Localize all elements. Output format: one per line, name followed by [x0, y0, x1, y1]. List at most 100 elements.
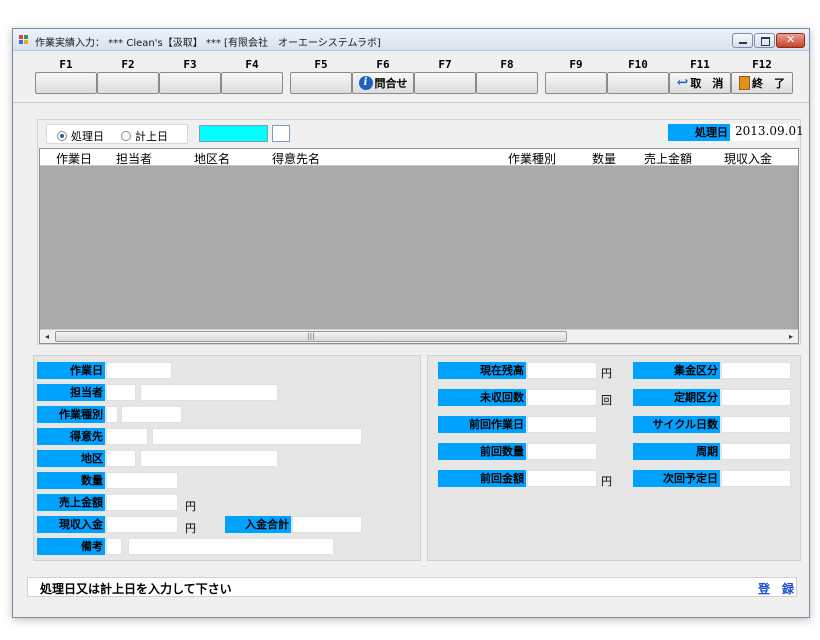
- remarks-input[interactable]: [128, 538, 334, 555]
- fkey-label: F8: [500, 58, 514, 71]
- cycle-days-field[interactable]: [721, 416, 791, 433]
- grid-column-header[interactable]: 地区名: [194, 150, 230, 167]
- fkey-f1-button[interactable]: [35, 72, 97, 94]
- prev-amount-field[interactable]: [527, 470, 597, 487]
- remarks-code-input[interactable]: [106, 538, 122, 555]
- function-key-bar: F1 F2 F3 F4 F5 F6 i 問合せ F7 F8 F9 F10 F11 ↩ 取 消 F12 終 了: [13, 51, 809, 103]
- remarks-label: 備考: [37, 538, 105, 555]
- scroll-left-icon[interactable]: ◂: [40, 330, 54, 343]
- maximize-button[interactable]: [754, 33, 775, 48]
- info-icon: i: [358, 76, 373, 90]
- minimize-button[interactable]: [732, 33, 753, 48]
- cash-received-label: 現収入金: [37, 516, 105, 533]
- radio-process-date[interactable]: 処理日: [57, 128, 104, 144]
- fkey-f2: F2: [97, 51, 159, 95]
- district-name-field[interactable]: [140, 450, 278, 467]
- grid-column-header[interactable]: 作業種別: [508, 150, 556, 167]
- next-scheduled-date-field[interactable]: [721, 470, 791, 487]
- fkey-f4: F4: [221, 51, 283, 95]
- district-label: 地区: [37, 450, 105, 467]
- current-balance-field[interactable]: [527, 362, 597, 379]
- period-field[interactable]: [721, 443, 791, 460]
- date-suffix-input[interactable]: [272, 125, 290, 142]
- process-date-value: 2013.09.01: [731, 124, 804, 141]
- fkey-button-label: 問合せ: [374, 77, 408, 90]
- fkey-label: F7: [438, 58, 452, 71]
- yen-unit: 円: [185, 522, 196, 535]
- quantity-label: 数量: [37, 472, 105, 489]
- fkey-f7-button[interactable]: [414, 72, 476, 94]
- fkey-label: F10: [628, 58, 648, 71]
- fkey-f3-button[interactable]: [159, 72, 221, 94]
- district-code-input[interactable]: [106, 450, 136, 467]
- fkey-button-label: 取 消: [690, 77, 724, 90]
- prev-quantity-label: 前回数量: [438, 443, 526, 460]
- cycle-days-label: サイクル日数: [633, 416, 720, 433]
- fkey-label: F12: [752, 58, 772, 71]
- horizontal-scrollbar[interactable]: ◂ ||| ▸: [40, 329, 798, 343]
- window-title: 作業実績入力： *** Clean's【汲取】 *** [有限会社 オーエーシス…: [35, 38, 381, 49]
- date-input[interactable]: [199, 125, 268, 142]
- fkey-label: F2: [121, 58, 135, 71]
- fkey-f8: F8: [476, 51, 538, 95]
- current-balance-label: 現在残高: [438, 362, 526, 379]
- work-type-code-input[interactable]: [106, 406, 118, 423]
- radio-posting-date-label: 計上日: [135, 130, 168, 143]
- fkey-f4-button[interactable]: [221, 72, 283, 94]
- fkey-f12-button[interactable]: 終 了: [731, 72, 793, 94]
- grid-column-header[interactable]: 作業日: [56, 150, 92, 167]
- work-date-label: 作業日: [37, 362, 105, 379]
- radio-posting-date[interactable]: 計上日: [121, 128, 168, 144]
- fkey-f6-button[interactable]: i 問合せ: [352, 72, 414, 94]
- yen-unit: 円: [601, 367, 612, 380]
- grid-column-header[interactable]: 売上金額: [644, 150, 692, 167]
- fkey-f5-button[interactable]: [290, 72, 352, 94]
- fkey-f9-button[interactable]: [545, 72, 607, 94]
- fkey-f7: F7: [414, 51, 476, 95]
- work-date-input[interactable]: [106, 362, 172, 379]
- process-date-label: 処理日: [668, 124, 730, 141]
- staff-name-field[interactable]: [140, 384, 278, 401]
- fkey-label: F6: [376, 58, 390, 71]
- fkey-f11-button[interactable]: ↩ 取 消: [669, 72, 731, 94]
- sales-amount-input[interactable]: [106, 494, 178, 511]
- grid-column-header[interactable]: 現収入金: [724, 150, 772, 167]
- customer-code-input[interactable]: [106, 428, 148, 445]
- fkey-f8-button[interactable]: [476, 72, 538, 94]
- fkey-f2-button[interactable]: [97, 72, 159, 94]
- payment-total-label: 入金合計: [225, 516, 291, 533]
- work-type-name-field[interactable]: [121, 406, 182, 423]
- prev-work-date-field[interactable]: [527, 416, 597, 433]
- fkey-label: F5: [314, 58, 328, 71]
- grid-column-header[interactable]: 担当者: [116, 150, 152, 167]
- scroll-right-icon[interactable]: ▸: [784, 330, 798, 343]
- payment-total-field[interactable]: [292, 516, 362, 533]
- status-message: 処理日又は計上日を入力して下さい: [40, 582, 232, 596]
- fkey-f9: F9: [545, 51, 607, 95]
- prev-amount-label: 前回金額: [438, 470, 526, 487]
- fkey-f3: F3: [159, 51, 221, 95]
- fkey-label: F1: [59, 58, 73, 71]
- fkey-label: F9: [569, 58, 583, 71]
- customer-label: 得意先: [37, 428, 105, 445]
- radio-unselected-icon: [121, 131, 131, 141]
- grid-column-header[interactable]: 得意先名: [272, 150, 320, 167]
- close-button[interactable]: [776, 33, 805, 48]
- work-results-grid[interactable]: 作業日 担当者 地区名 得意先名 作業種別 数量 売上金額 現収入金 ◂ ||| ▸: [39, 148, 799, 344]
- register-button[interactable]: 登 録: [758, 580, 794, 597]
- customer-name-field[interactable]: [152, 428, 362, 445]
- prev-quantity-field[interactable]: [527, 443, 597, 460]
- scrollbar-thumb[interactable]: |||: [55, 331, 567, 342]
- fkey-f10-button[interactable]: [607, 72, 669, 94]
- unpaid-count-field[interactable]: [527, 389, 597, 406]
- collection-type-field[interactable]: [721, 362, 791, 379]
- quantity-input[interactable]: [106, 472, 178, 489]
- status-bar: 処理日又は計上日を入力して下さい 登 録: [27, 577, 797, 597]
- staff-code-input[interactable]: [106, 384, 136, 401]
- radio-selected-icon: [57, 131, 67, 141]
- sales-amount-label: 売上金額: [37, 494, 105, 511]
- regular-type-field[interactable]: [721, 389, 791, 406]
- cash-received-input[interactable]: [106, 516, 178, 533]
- staff-label: 担当者: [37, 384, 105, 401]
- grid-column-header[interactable]: 数量: [592, 150, 616, 167]
